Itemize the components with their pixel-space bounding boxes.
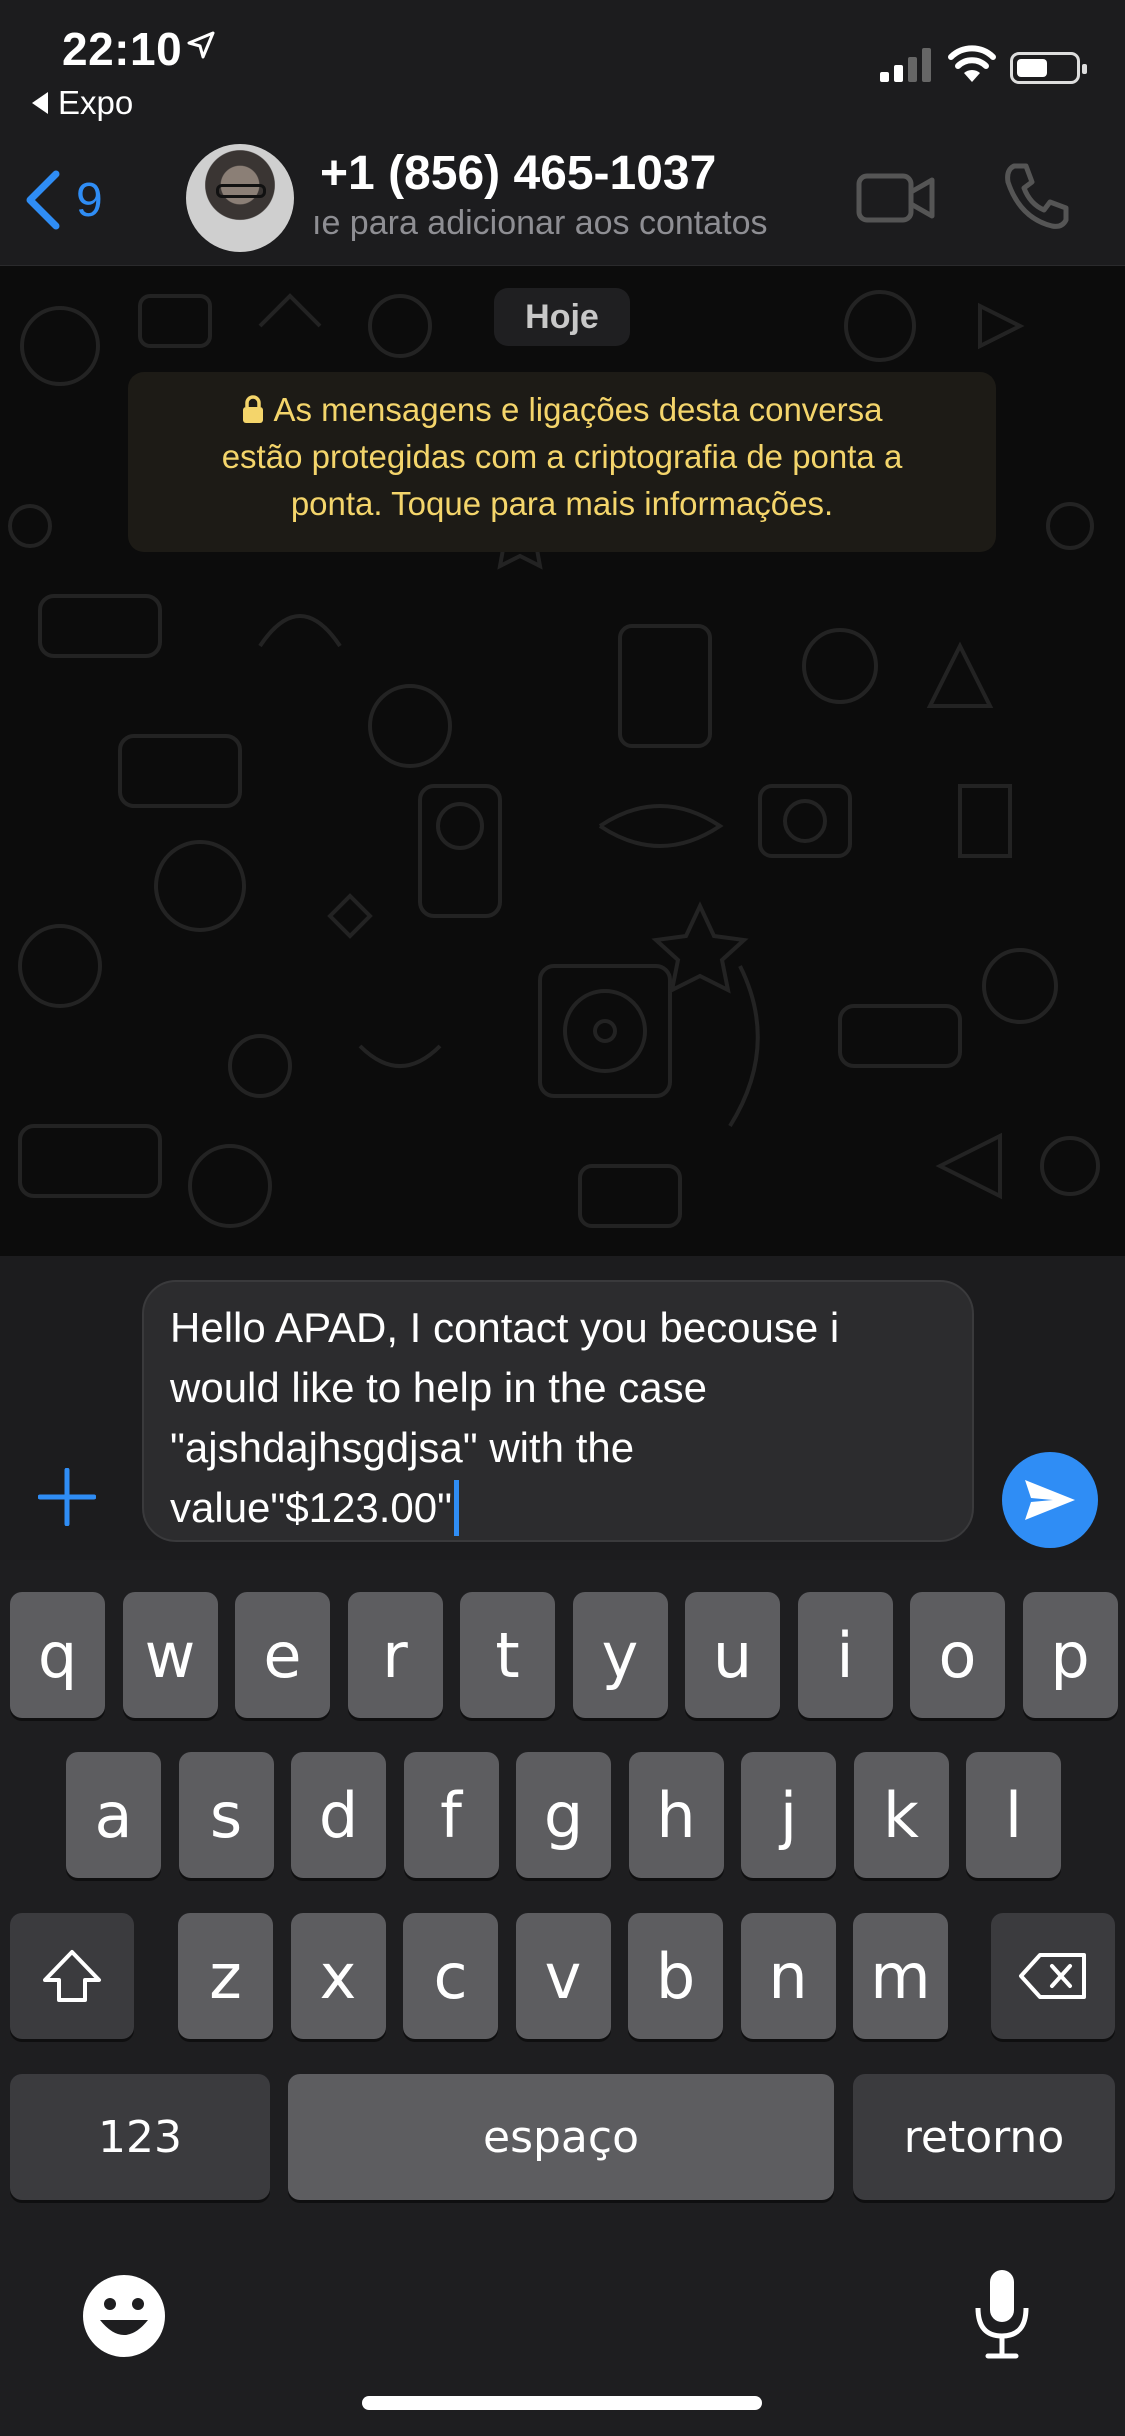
back-to-app-link[interactable]: Expo bbox=[32, 84, 133, 122]
key-l[interactable]: l bbox=[966, 1752, 1061, 1878]
wifi-icon bbox=[948, 45, 996, 82]
key-k[interactable]: k bbox=[853, 1752, 949, 1878]
cellular-signal-icon bbox=[880, 48, 931, 82]
key-u[interactable]: u bbox=[685, 1592, 780, 1718]
contact-name[interactable]: +1 (856) 465-1037 bbox=[320, 146, 716, 201]
key-e[interactable]: e bbox=[235, 1592, 330, 1718]
key-b[interactable]: b bbox=[628, 1913, 723, 2039]
return-key[interactable]: retorno bbox=[853, 2074, 1115, 2200]
video-call-icon[interactable] bbox=[856, 170, 936, 226]
shift-icon bbox=[43, 1950, 101, 2002]
message-composer: Hello APAD, I contact you becouse i woul… bbox=[0, 1256, 1125, 1560]
key-a[interactable]: a bbox=[66, 1752, 161, 1878]
key-x[interactable]: x bbox=[290, 1913, 386, 2039]
key-f[interactable]: f bbox=[403, 1752, 499, 1878]
encryption-notice-line-2: estão protegidas com a criptografia de p… bbox=[221, 438, 903, 475]
status-time: 22:10 bbox=[62, 23, 183, 75]
key-z[interactable]: z bbox=[178, 1913, 273, 2039]
key-i[interactable]: i bbox=[797, 1592, 893, 1718]
key-c[interactable]: c bbox=[403, 1913, 498, 2039]
key-h[interactable]: h bbox=[628, 1752, 724, 1878]
contact-avatar[interactable] bbox=[186, 144, 294, 252]
emoji-icon[interactable] bbox=[80, 2272, 168, 2360]
key-t[interactable]: t bbox=[460, 1592, 555, 1718]
key-y[interactable]: y bbox=[572, 1592, 668, 1718]
encryption-notice[interactable]: As mensagens e ligações desta conversa e… bbox=[128, 372, 996, 552]
chat-header: 9 +1 (856) 465-1037 ıe para adicionar ao… bbox=[0, 130, 1125, 266]
location-arrow-icon bbox=[187, 31, 215, 59]
message-input[interactable]: Hello APAD, I contact you becouse i woul… bbox=[142, 1280, 974, 1542]
battery-icon bbox=[1010, 52, 1087, 84]
encryption-notice-line-1: As mensagens e ligações desta conversa bbox=[128, 386, 996, 433]
key-n[interactable]: n bbox=[740, 1913, 836, 2039]
delete-key[interactable] bbox=[991, 1913, 1115, 2039]
key-w[interactable]: w bbox=[122, 1592, 218, 1718]
space-key[interactable]: espaço bbox=[288, 2074, 834, 2200]
chevron-left-icon bbox=[26, 170, 60, 230]
key-g[interactable]: g bbox=[516, 1752, 611, 1878]
key-p[interactable]: p bbox=[1022, 1592, 1118, 1718]
key-j[interactable]: j bbox=[741, 1752, 836, 1878]
key-q[interactable]: q bbox=[10, 1592, 105, 1718]
back-app-label: Expo bbox=[58, 84, 134, 121]
key-o[interactable]: o bbox=[910, 1592, 1005, 1718]
key-v[interactable]: v bbox=[515, 1913, 611, 2039]
home-indicator[interactable] bbox=[362, 2396, 762, 2410]
back-triangle-icon bbox=[32, 92, 48, 114]
status-bar: 22:10 Expo bbox=[0, 0, 1125, 130]
contact-subtitle[interactable]: ıe para adicionar aos contatos bbox=[312, 204, 832, 243]
phone-call-icon[interactable] bbox=[1000, 160, 1072, 232]
message-text: Hello APAD, I contact you becouse i woul… bbox=[170, 1304, 840, 1531]
key-d[interactable]: d bbox=[291, 1752, 386, 1878]
key-s[interactable]: s bbox=[178, 1752, 274, 1878]
back-button[interactable]: 9 bbox=[22, 170, 103, 230]
send-button[interactable] bbox=[1002, 1452, 1098, 1548]
numbers-key[interactable]: 123 bbox=[10, 2074, 270, 2200]
on-screen-keyboard: qwertyuiop asdfghjkl zxcvbnm 123 espaço … bbox=[0, 1560, 1125, 2436]
microphone-icon[interactable] bbox=[974, 2266, 1030, 2362]
plus-icon[interactable] bbox=[38, 1468, 96, 1526]
backspace-icon bbox=[1019, 1953, 1086, 1999]
unread-count: 9 bbox=[76, 173, 103, 227]
day-separator: Hoje bbox=[494, 288, 630, 346]
text-caret bbox=[454, 1480, 460, 1536]
send-icon bbox=[1025, 1480, 1075, 1520]
shift-key[interactable] bbox=[10, 1913, 134, 2039]
lock-icon bbox=[243, 395, 264, 423]
chat-area[interactable]: Hoje As mensagens e ligações desta conve… bbox=[0, 266, 1125, 1256]
key-r[interactable]: r bbox=[347, 1592, 443, 1718]
key-m[interactable]: m bbox=[853, 1913, 948, 2039]
encryption-notice-line-3: ponta. Toque para mais informações. bbox=[290, 485, 834, 522]
